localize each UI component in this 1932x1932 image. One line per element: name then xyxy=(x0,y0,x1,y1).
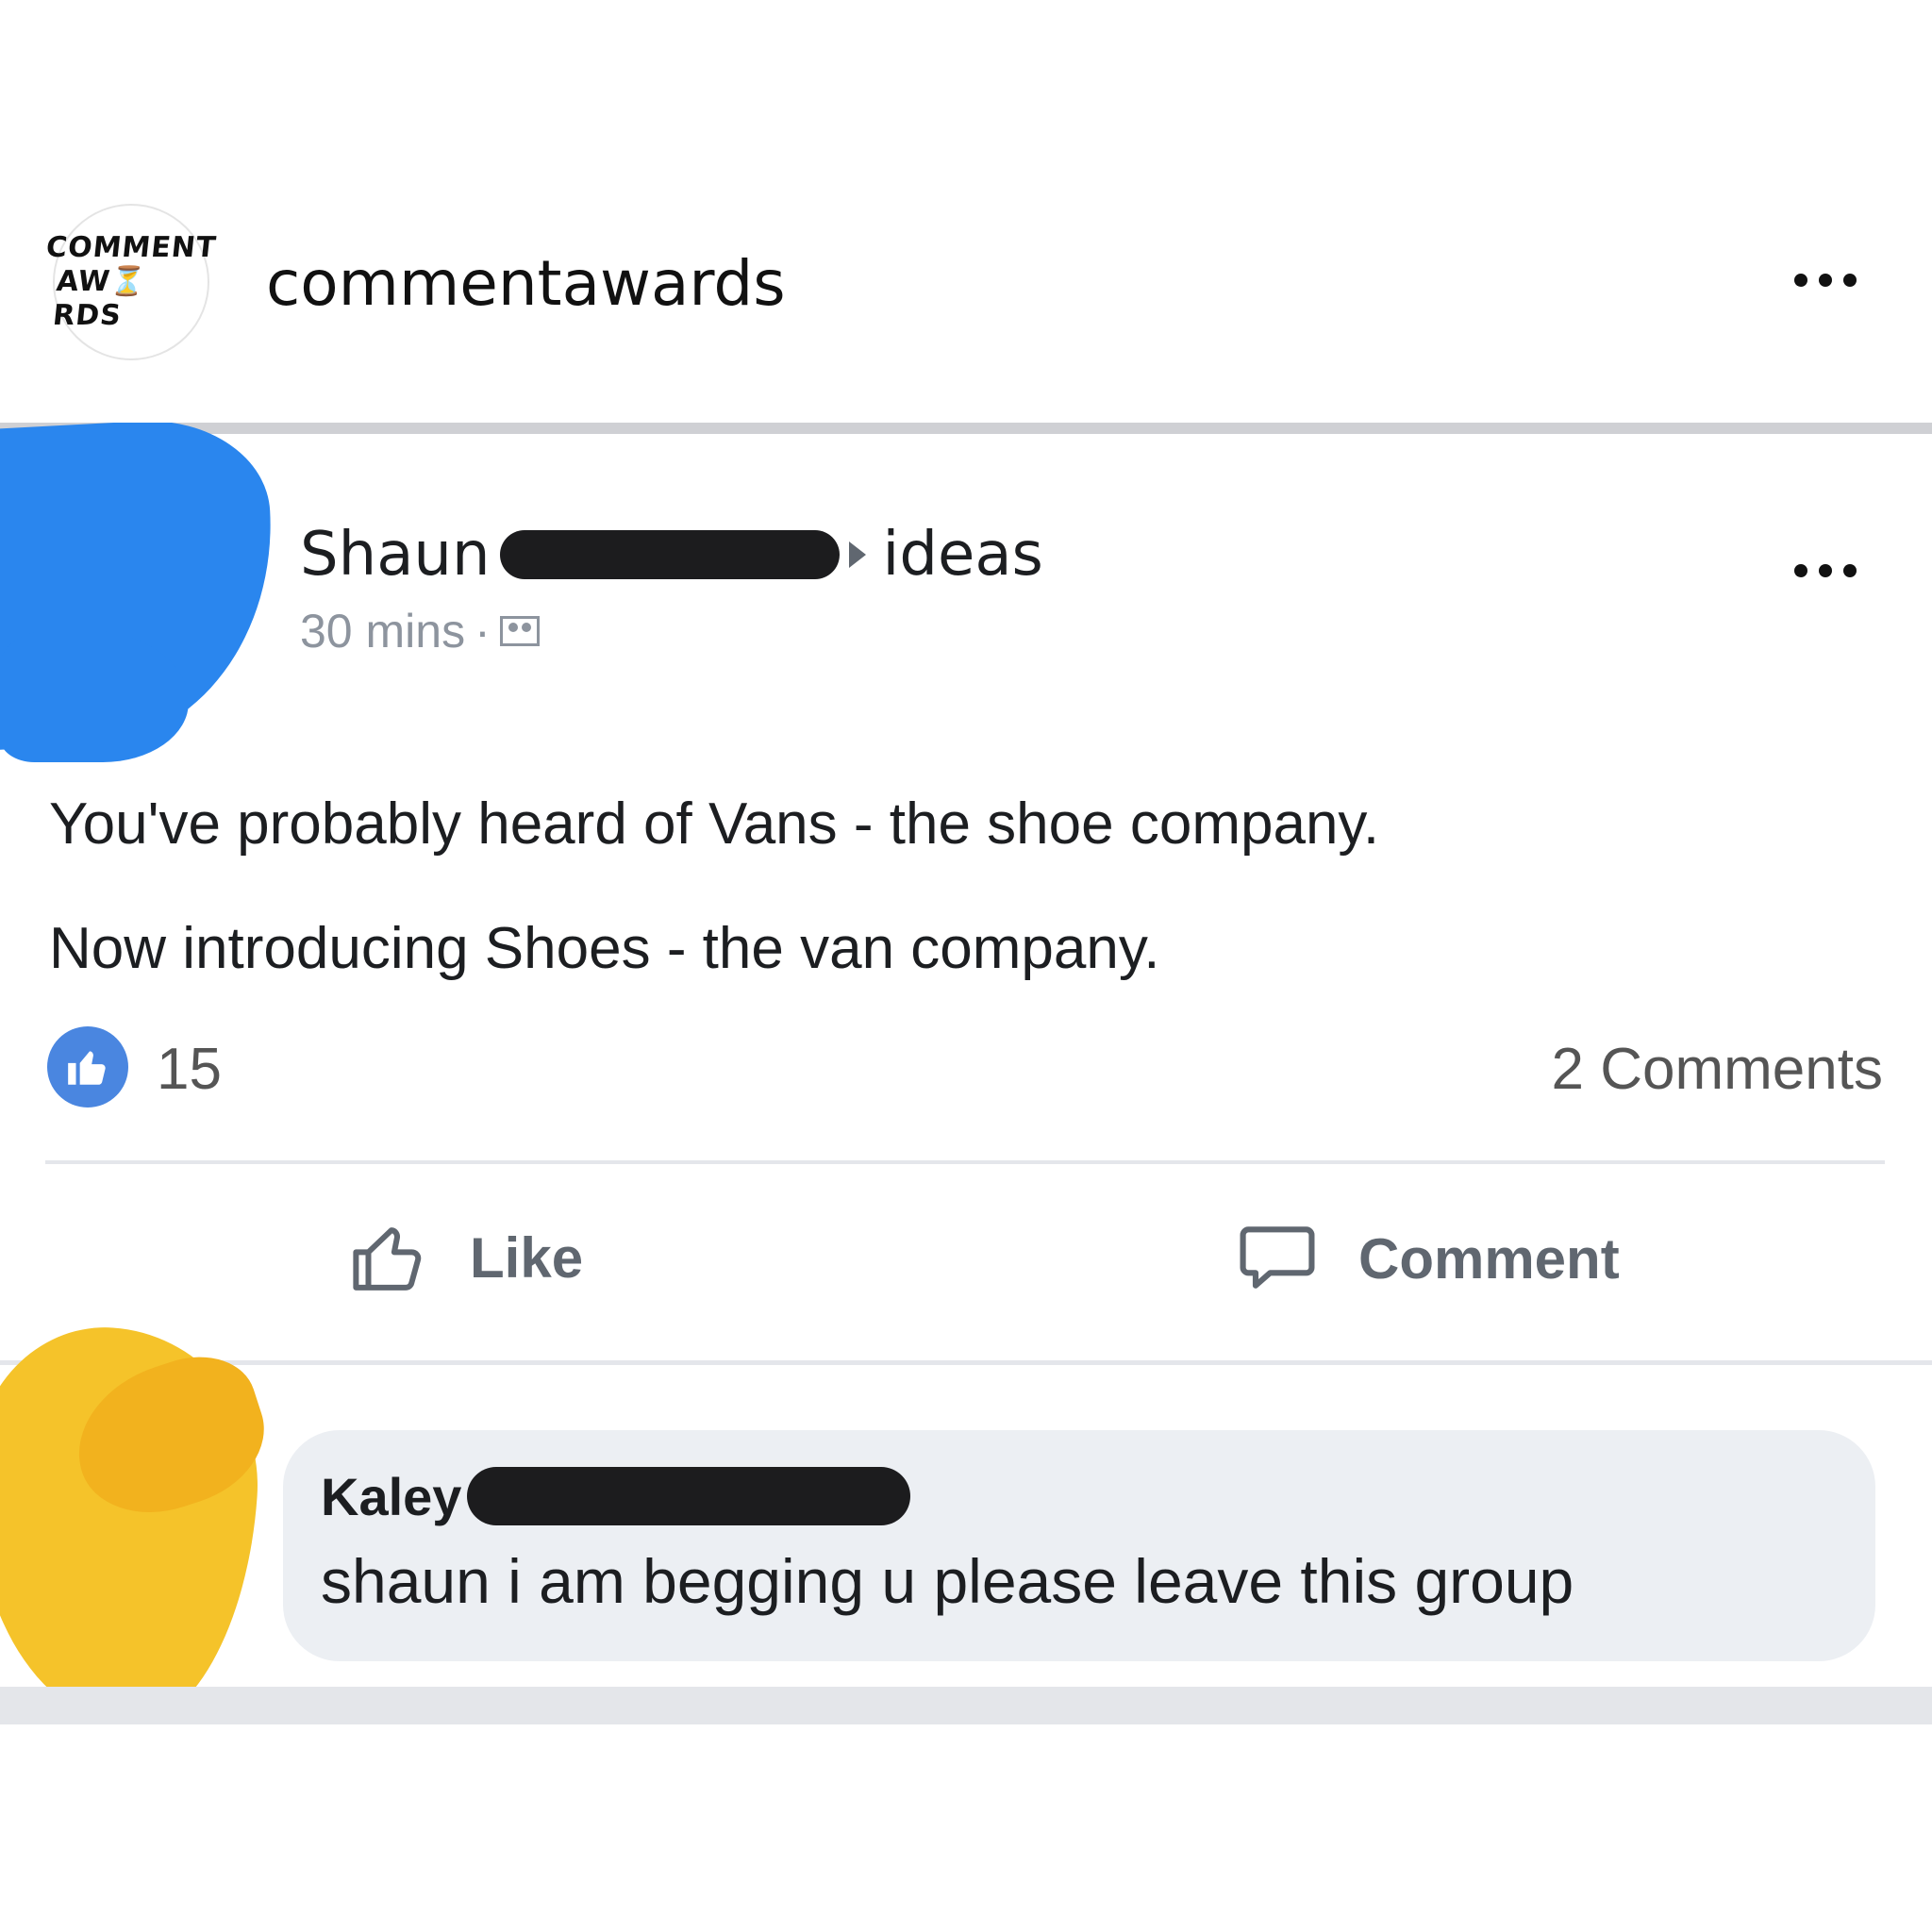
commenter-row: Kaley xyxy=(321,1458,911,1534)
meta-separator: · xyxy=(475,605,491,658)
name-redaction-bar xyxy=(499,530,840,579)
thumbs-up-icon xyxy=(68,1051,106,1085)
group-privacy-icon xyxy=(499,616,540,646)
like-button[interactable]: Like xyxy=(347,1215,583,1300)
avatar-text-line2: AW⏳RDS xyxy=(51,265,149,332)
group-name[interactable]: ideas xyxy=(883,520,1043,590)
commentawards-avatar[interactable]: COMMENT AW⏳RDS xyxy=(44,204,218,360)
post-author-row: Shaun ideas xyxy=(300,517,1043,592)
instagram-username[interactable]: commentawards xyxy=(266,247,786,320)
dot xyxy=(1843,564,1857,577)
name-redaction-bar xyxy=(467,1467,911,1525)
comment-button[interactable]: Comment xyxy=(1234,1215,1620,1302)
dot xyxy=(1794,564,1807,577)
post-author-name[interactable]: Shaun xyxy=(300,520,491,590)
instagram-post-header: COMMENT AW⏳RDS commentawards xyxy=(0,198,1932,368)
post-actions: Like Comment xyxy=(0,1206,1932,1319)
dot xyxy=(1843,274,1857,287)
more-options-icon[interactable] xyxy=(1794,274,1857,287)
dot xyxy=(1819,564,1832,577)
like-count[interactable]: 15 xyxy=(157,1036,222,1103)
comment-count[interactable]: 2 Comments xyxy=(1552,1036,1883,1103)
comment-text: shaun i am begging u please leave this g… xyxy=(321,1546,1574,1616)
thumbs-up-outline-icon xyxy=(353,1227,422,1291)
comment-bubble-icon xyxy=(1240,1226,1315,1289)
post-timestamp[interactable]: 30 mins xyxy=(300,604,465,658)
post-more-options-icon[interactable] xyxy=(1794,564,1857,577)
top-divider xyxy=(0,423,1932,434)
post-meta: 30 mins · xyxy=(300,604,540,658)
bottom-divider xyxy=(0,1687,1932,1724)
dot xyxy=(1819,274,1832,287)
post-body: You've probably heard of Vans - the shoe… xyxy=(49,762,1379,1011)
post-text-line: Now introducing Shoes - the van company. xyxy=(49,916,1160,981)
commenter-name[interactable]: Kaley xyxy=(321,1466,461,1527)
comment-button-label: Comment xyxy=(1358,1226,1620,1291)
post-text-line: You've probably heard of Vans - the shoe… xyxy=(49,791,1380,857)
avatar-text-line1: COMMENT xyxy=(44,231,219,264)
divider xyxy=(0,1360,1932,1365)
divider xyxy=(45,1160,1885,1164)
facebook-post-screenshot: Shaun ideas 30 mins · You've probably he… xyxy=(0,423,1932,1724)
reactions-summary: 15 2 Comments xyxy=(47,1026,1887,1111)
dot xyxy=(1794,274,1807,287)
comment-bubble: Kaley shaun i am begging u please leave … xyxy=(283,1430,1875,1661)
arrow-right-icon xyxy=(848,541,866,568)
like-reaction-icon[interactable] xyxy=(47,1026,128,1108)
like-button-label: Like xyxy=(470,1225,584,1290)
